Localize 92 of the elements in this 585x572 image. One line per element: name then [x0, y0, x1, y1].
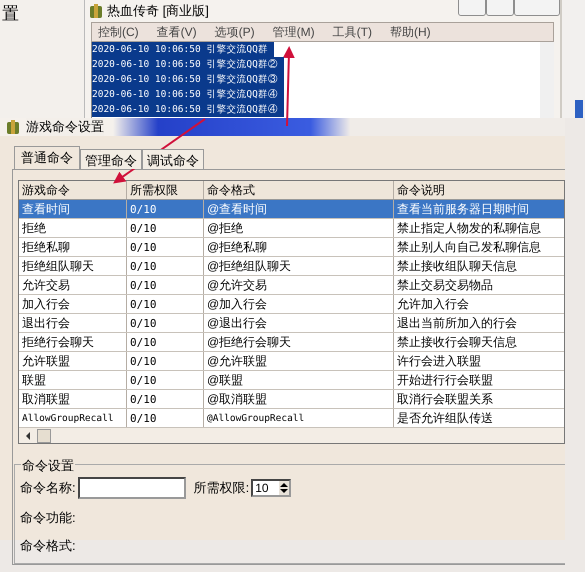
column-header[interactable]: 游戏命令: [19, 181, 127, 199]
table-row[interactable]: 联盟 0/10 @联盟 开始进行行会联盟: [19, 371, 564, 390]
dialog-title: 游戏命令设置: [26, 118, 104, 136]
tab[interactable]: 管理命令: [80, 149, 142, 169]
table-cell: @拒绝: [204, 219, 394, 237]
app-icon: [89, 3, 103, 19]
table-cell: 0/10: [127, 371, 204, 389]
column-header[interactable]: 命令说明: [394, 181, 564, 199]
column-header[interactable]: 所需权限: [127, 181, 204, 199]
table-cell: @加入行会: [204, 295, 394, 313]
app-icon: [6, 119, 20, 135]
menu-item[interactable]: 选项(P): [214, 24, 255, 40]
table-cell-text: 取消行会联盟关系: [396, 390, 494, 408]
menu-item[interactable]: 帮助(H): [390, 24, 431, 40]
table-cell: 允许联盟: [19, 352, 127, 370]
table-cell: 查看时间: [19, 200, 127, 218]
table-cell: 拒绝行会聊天: [19, 333, 127, 351]
table-row[interactable]: 允许交易 0/10 @允许交易 禁止交易交易物品: [19, 276, 564, 295]
table-cell: @拒绝组队聊天: [204, 257, 394, 275]
table-row[interactable]: 拒绝行会聊天 0/10 @拒绝行会聊天 禁止接收行会聊天信息: [19, 333, 564, 352]
maximize-button[interactable]: [486, 0, 514, 16]
table-cell: @联盟: [204, 371, 394, 389]
table-row[interactable]: 允许联盟 0/10 @允许联盟 许行会进入联盟: [19, 352, 564, 371]
table-cell: @拒绝行会聊天: [204, 333, 394, 351]
table-cell: 允许交易: [19, 276, 127, 294]
table-cell: 0/10: [127, 200, 204, 218]
field-label: 命令功能:: [20, 509, 76, 527]
table-cell: 0/10: [127, 276, 204, 294]
table-cell-text: 许行会进入联盟: [396, 352, 482, 370]
field-label: 命令格式:: [20, 537, 76, 555]
table-cell: 取消联盟: [19, 390, 127, 408]
table-cell-text: 查看当前服务器日期时间: [396, 200, 530, 218]
table-cell: @查看时间: [204, 200, 394, 218]
close-button[interactable]: [514, 0, 560, 16]
table-cell: 0/10: [127, 314, 204, 332]
table-cell: 0/10: [127, 238, 204, 256]
menu-item[interactable]: 工具(T): [332, 24, 372, 40]
window-title: 置: [2, 4, 19, 23]
table-cell: 0/10: [127, 333, 204, 351]
table-row[interactable]: 拒绝组队聊天 0/10 @拒绝组队聊天 禁止接收组队聊天信息: [19, 257, 564, 276]
table-cell-text: 是否允许组队传送: [396, 410, 494, 426]
table-row[interactable]: 拒绝 0/10 @拒绝 禁止指定人物发的私聊信息: [19, 219, 564, 238]
table-cell-text: 禁止接收行会聊天信息: [396, 334, 518, 350]
table-cell-text: 禁止交易交易物品: [396, 276, 494, 294]
table-row[interactable]: 加入行会 0/10 @加入行会 允许加入行会: [19, 295, 564, 314]
tab[interactable]: 普通命令: [14, 146, 80, 169]
menu-item[interactable]: 查看(V): [156, 24, 197, 40]
table-cell: AllowGroupRecall: [19, 409, 127, 427]
table-row[interactable]: 取消联盟 0/10 @取消联盟 取消行会联盟关系: [19, 390, 564, 409]
table-cell-text: 禁止别人向自己发私聊信息: [396, 238, 542, 256]
table-cell-text: 开始进行行会联盟: [396, 372, 494, 388]
menu-item[interactable]: 管理(M): [272, 24, 315, 40]
table-cell-text: 禁止指定人物发的私聊信息: [396, 220, 542, 236]
name-field[interactable]: [78, 477, 186, 499]
table-cell: 0/10: [127, 257, 204, 275]
scrollbar-thumb[interactable]: [37, 428, 51, 442]
table-cell: 退出行会: [19, 314, 127, 332]
window-title: 热血传奇 [商业版]: [107, 2, 209, 20]
table-cell: 0/10: [127, 219, 204, 237]
table-cell: 拒绝组队聊天: [19, 257, 127, 275]
field-label: 所需权限:: [194, 479, 250, 497]
table-cell-text: 退出当前所加入的行会: [396, 314, 518, 332]
table-cell: @允许联盟: [204, 352, 394, 370]
table-cell: 拒绝私聊: [19, 238, 127, 256]
scrollbar[interactable]: [19, 428, 564, 443]
minimize-button[interactable]: [458, 0, 486, 16]
table-cell: 0/10: [127, 352, 204, 370]
table-cell: @取消联盟: [204, 390, 394, 408]
column-header[interactable]: 命令格式: [204, 181, 394, 199]
table-cell: @允许交易: [204, 276, 394, 294]
table-cell: 0/10: [127, 295, 204, 313]
left-arrow-icon[interactable]: [25, 432, 31, 440]
table-cell-text: 禁止接收组队聊天信息: [396, 258, 518, 274]
menu-item[interactable]: 控制(C): [98, 24, 139, 40]
permission-spinner[interactable]: 10: [251, 479, 292, 497]
table-cell: 0/10: [127, 409, 204, 427]
table-cell: @拒绝私聊: [204, 238, 394, 256]
table-row[interactable]: 退出行会 0/10 @退出行会 退出当前所加入的行会: [19, 314, 564, 333]
group-title: 命令设置: [21, 457, 75, 475]
table-cell-text: 允许加入行会: [396, 296, 470, 312]
field-label: 命令名称:: [20, 479, 76, 497]
table-cell: 拒绝: [19, 219, 127, 237]
table-cell: 加入行会: [19, 295, 127, 313]
table-cell: @退出行会: [204, 314, 394, 332]
table-cell: 0/10: [127, 390, 204, 408]
scrollbar[interactable]: [540, 42, 554, 118]
table-row[interactable]: 拒绝私聊 0/10 @拒绝私聊 禁止别人向自己发私聊信息: [19, 238, 564, 257]
tab[interactable]: 调试命令: [142, 149, 204, 169]
table-row[interactable]: 查看时间 0/10 @查看时间 查看当前服务器日期时间: [19, 200, 564, 219]
table-cell: 联盟: [19, 371, 127, 389]
table-cell: @AllowGroupRecall: [204, 409, 394, 427]
scrollbar-thumb[interactable]: [575, 100, 583, 118]
